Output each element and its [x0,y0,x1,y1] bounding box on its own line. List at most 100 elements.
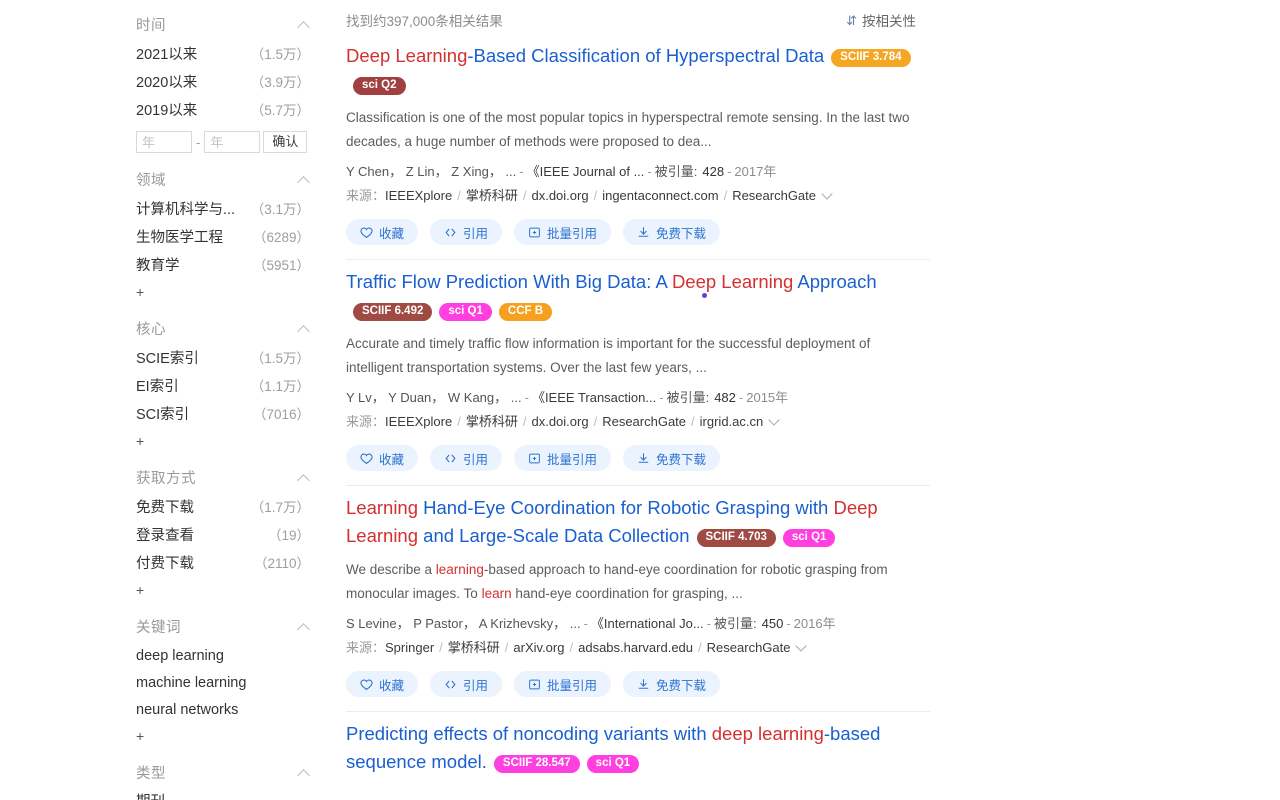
source-link[interactable]: ResearchGate [707,640,791,655]
facet-item[interactable]: SCIE索引 （1.5万） [130,345,330,373]
facet-item[interactable]: 生物医学工程 （6289） [130,224,330,252]
source-link[interactable]: 掌桥科研 [466,414,518,429]
facet-item[interactable]: 2020以来 （3.9万） [130,69,330,97]
export-box-icon [528,678,541,691]
chevron-up-icon[interactable] [298,323,310,335]
facet-expand-more[interactable]: + [130,724,330,750]
facet-item[interactable]: deep learning [130,643,330,670]
sort-control[interactable]: ⇵ 按相关性 [846,10,916,30]
batch-cite-button[interactable]: 批量引用 [514,671,612,697]
facet-item[interactable]: 计算机科学与... （3.1万） [130,196,330,224]
facet-header[interactable]: 领域 [130,163,330,196]
facet-item[interactable]: 期刊 [130,789,330,800]
metric-badge[interactable]: SCIIF 4.703 [696,529,776,547]
source-separator: / [698,640,702,655]
heart-icon [360,678,373,691]
metric-badge[interactable]: SCIIF 6.492 [353,303,433,321]
result-authors[interactable]: Y Chen， Z Lin， Z Xing， ... [346,164,516,179]
year-confirm-button[interactable]: 确认 [263,131,308,153]
chevron-up-icon[interactable] [298,19,310,31]
metric-badge[interactable]: sci Q1 [439,303,492,321]
cite-button[interactable]: 引用 [430,445,503,471]
facet-item[interactable]: 教育学 （5951） [130,252,330,280]
source-link[interactable]: dx.doi.org [531,188,588,203]
favorite-button[interactable]: 收藏 [346,219,419,245]
result-venue[interactable]: 《IEEE Transaction... [532,390,656,405]
facet-item[interactable]: 免费下载 （1.7万） [130,494,330,522]
source-link[interactable]: Springer [385,640,434,655]
facet-item[interactable]: 2021以来 （1.5万） [130,41,330,69]
facet-title: 时间 [136,18,166,34]
filter-sidebar: 时间 2021以来 （1.5万） 2020以来 （3.9万） 2019以来 （5.7万） - 确… [130,0,330,800]
result-meta: Y Lv， Y Duan， W Kang， ... - 《IEEE Transact… [346,386,916,409]
facet-header[interactable]: 时间 [130,8,330,41]
facet-item[interactable]: 登录查看 （19） [130,522,330,550]
chevron-down-icon[interactable] [770,416,779,425]
chevron-up-icon[interactable] [298,767,310,779]
result-title[interactable]: Predicting effects of noncoding variants… [346,720,916,776]
result-authors[interactable]: Y Lv， Y Duan， W Kang， ... [346,390,522,405]
source-link[interactable]: ingentaconnect.com [602,188,718,203]
metric-badge[interactable]: sci Q1 [586,755,640,773]
source-link[interactable]: 掌桥科研 [466,188,518,203]
facet-item-label: machine learning [136,675,247,691]
facet-header[interactable]: 类型 [130,756,330,789]
chevron-down-icon[interactable] [797,642,806,651]
result-venue[interactable]: 《International Jo... [591,616,704,631]
free-download-button[interactable]: 免费下载 [623,445,721,471]
facet-item[interactable]: neural networks [130,697,330,724]
metric-badge[interactable]: SCIIF 28.547 [493,755,580,773]
result-venue[interactable]: 《IEEE Journal of ... [527,164,645,179]
source-link[interactable]: IEEEXplore [385,414,452,429]
cite-button-label: 引用 [463,678,489,693]
free-download-button[interactable]: 免费下载 [623,671,721,697]
source-separator: / [457,414,461,429]
result-title[interactable]: Deep Learning-Based Classification of Hy… [346,42,916,98]
cited-count: 482 [714,390,736,405]
year-from-input[interactable] [136,131,192,153]
chevron-up-icon[interactable] [298,472,310,484]
source-link[interactable]: adsabs.harvard.edu [578,640,693,655]
source-link[interactable]: 掌桥科研 [448,640,500,655]
chevron-down-icon[interactable] [823,190,832,199]
metric-badge[interactable]: sci Q2 [353,77,406,95]
result-title[interactable]: Learning Hand-Eye Coordination for Robot… [346,494,916,550]
facet-item[interactable]: 2019以来 （5.7万） [130,97,330,125]
facet-item[interactable]: EI索引 （1.1万） [130,373,330,401]
cite-button[interactable]: 引用 [430,219,503,245]
facet-header[interactable]: 关键词 [130,610,330,643]
facet-expand-more[interactable]: + [130,280,330,306]
facet-item[interactable]: 付费下载 （2110） [130,550,330,578]
metric-badge[interactable]: CCF B [498,303,553,321]
facet-item[interactable]: SCI索引 （7016） [130,401,330,429]
source-link[interactable]: IEEEXplore [385,188,452,203]
result-title[interactable]: Traffic Flow Prediction With Big Data: A… [346,268,916,324]
facet-item[interactable]: machine learning [130,670,330,697]
chevron-up-icon[interactable] [298,174,310,186]
year-to-input[interactable] [204,131,261,153]
source-link[interactable]: irgrid.ac.cn [700,414,764,429]
facet-item-count: （2110） [253,556,310,571]
source-link[interactable]: dx.doi.org [531,414,588,429]
chevron-up-icon[interactable] [298,621,310,633]
facet-header[interactable]: 获取方式 [130,461,330,494]
favorite-button[interactable]: 收藏 [346,671,419,697]
source-link[interactable]: arXiv.org [513,640,564,655]
metric-badge[interactable]: SCIIF 3.784 [831,49,911,67]
facet-expand-more[interactable]: + [130,429,330,455]
facet-item-label: deep learning [136,648,224,664]
result-authors[interactable]: S Levine， P Pastor， A Krizhevsky， ... [346,616,581,631]
batch-cite-button[interactable]: 批量引用 [514,219,612,245]
source-separator: / [457,188,461,203]
facet-expand-more[interactable]: + [130,578,330,604]
favorite-button[interactable]: 收藏 [346,445,419,471]
source-link[interactable]: ResearchGate [732,188,816,203]
batch-cite-button[interactable]: 批量引用 [514,445,612,471]
result-sources: 来源：Springer / 掌桥科研 / arXiv.org / adsabs.harvar… [346,636,916,659]
favorite-button-label: 收藏 [379,678,405,693]
cite-button[interactable]: 引用 [430,671,503,697]
metric-badge[interactable]: sci Q1 [782,529,836,547]
facet-header[interactable]: 核心 [130,312,330,345]
source-link[interactable]: ResearchGate [602,414,686,429]
free-download-button[interactable]: 免费下载 [623,219,721,245]
